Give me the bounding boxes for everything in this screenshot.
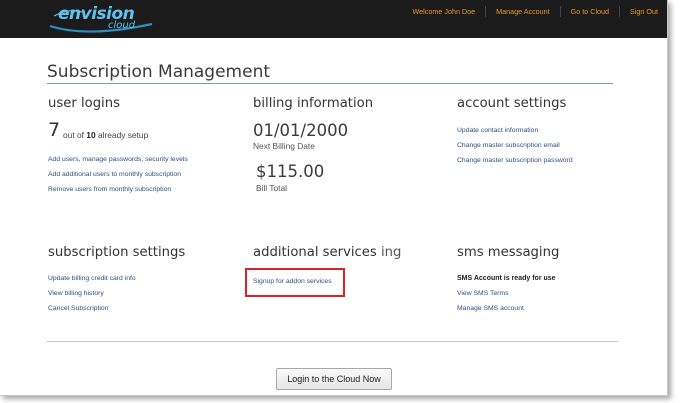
users-total: 10 [86, 130, 96, 140]
account-settings-heading: account settings [457, 96, 567, 111]
update-credit-card-link[interactable]: Update billing credit card info [48, 275, 136, 282]
out-of-text: out of [63, 130, 84, 140]
heading-trailing-text: ing [381, 245, 402, 260]
logo-subtext: cloud [108, 20, 136, 31]
user-logins-heading-wrap: user logins [48, 96, 120, 111]
change-email-link[interactable]: Change master subscription email [457, 142, 560, 149]
already-setup-text: already setup [97, 130, 149, 140]
subscription-settings-heading: subscription settings [48, 245, 186, 260]
additional-services-heading: additional services ing [253, 245, 401, 260]
manage-users-link[interactable]: Add users, manage passwords, security le… [48, 156, 188, 163]
sign-out-link[interactable]: Sign Out [620, 7, 667, 16]
additional-services-heading-wrap: additional services ing [253, 245, 401, 260]
go-to-cloud-link[interactable]: Go to Cloud [561, 7, 619, 16]
billing-history-link[interactable]: View billing history [48, 290, 104, 297]
users-setup-summary: out of 10 already setup [63, 130, 148, 140]
sms-heading-wrap: sms messaging [457, 245, 559, 260]
envision-cloud-logo[interactable]: envision cloud [48, 4, 160, 34]
billing-heading: billing information [253, 96, 374, 111]
top-header: envision cloud Welcome John Doe Manage A… [0, 0, 667, 38]
browser-frame: envision cloud Welcome John Doe Manage A… [0, 0, 668, 396]
title-divider [47, 83, 613, 84]
cancel-subscription-link[interactable]: Cancel Subscription [48, 305, 108, 312]
bill-total-value: $115.00 [256, 162, 325, 181]
add-users-link[interactable]: Add additional users to monthly subscrip… [48, 171, 181, 178]
sms-heading: sms messaging [457, 245, 560, 260]
account-settings-heading-wrap: account settings [457, 96, 566, 111]
page-title: Subscription Management [47, 62, 271, 82]
additional-services-heading-text: additional services [253, 245, 377, 260]
manage-sms-link[interactable]: Manage SMS account [457, 305, 524, 312]
subscription-settings-heading-wrap: subscription settings [48, 245, 185, 260]
section-divider [47, 341, 618, 342]
top-nav: Welcome John Doe Manage Account Go to Cl… [403, 4, 667, 18]
billing-heading-wrap: billing information [253, 96, 373, 111]
signup-addon-link[interactable]: Signup for addon services [253, 278, 332, 285]
view-sms-terms-link[interactable]: View SMS Terms [457, 290, 509, 297]
manage-account-link[interactable]: Manage Account [486, 7, 560, 16]
user-logins-heading: user logins [48, 96, 120, 111]
login-to-cloud-button[interactable]: Login to the Cloud Now [276, 368, 392, 390]
update-contact-link[interactable]: Update contact information [457, 127, 538, 134]
next-billing-label: Next Billing Date [253, 141, 315, 151]
welcome-text: Welcome John Doe [412, 6, 476, 16]
users-setup-count: 7 [48, 119, 61, 141]
sms-status-text: SMS Account is ready for use [457, 275, 556, 282]
bill-total-label: Bill Total [256, 183, 288, 193]
change-password-link[interactable]: Change master subscription password [457, 157, 573, 164]
remove-users-link[interactable]: Remove users from monthly subscription [48, 186, 171, 193]
next-billing-date: 01/01/2000 [253, 121, 349, 140]
